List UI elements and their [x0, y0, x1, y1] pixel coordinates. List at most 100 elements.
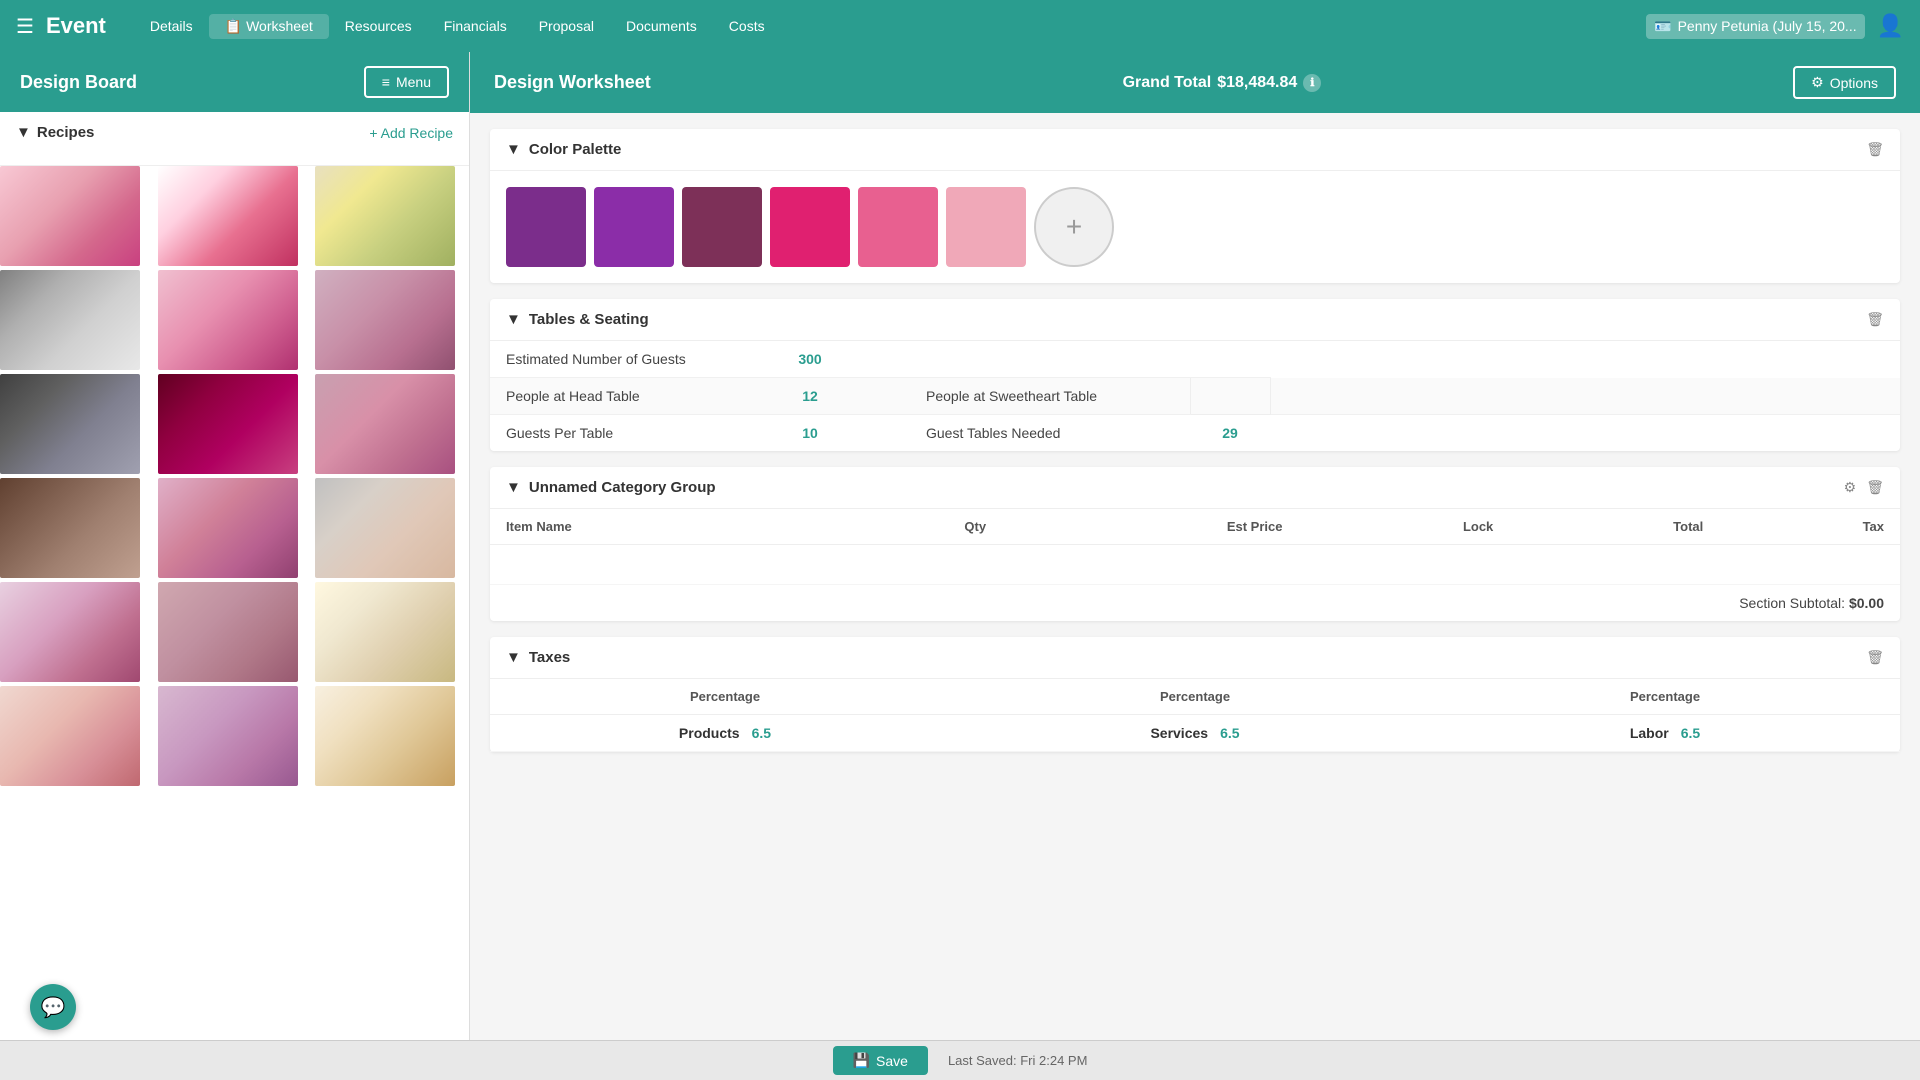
list-item[interactable] — [315, 582, 455, 682]
right-panel-header: Design Worksheet Grand Total $18,484.84 … — [470, 52, 1920, 113]
color-palette-header: ▼ Color Palette 🗑 — [490, 129, 1900, 171]
color-palette-title: ▼ Color Palette — [506, 141, 621, 158]
color-swatch-1[interactable] — [506, 187, 586, 267]
taxes-title: ▼ Taxes — [506, 649, 570, 666]
color-swatch-4[interactable] — [770, 187, 850, 267]
nav-proposal[interactable]: Proposal — [523, 14, 610, 39]
nav-financials[interactable]: Financials — [428, 14, 523, 39]
taxes-header: ▼ Taxes 🗑 — [490, 637, 1900, 679]
table-row — [490, 545, 1900, 585]
nav-worksheet[interactable]: 📋 Worksheet — [209, 14, 329, 39]
add-color-button[interactable]: + — [1034, 187, 1114, 267]
chevron-down-icon: ▼ — [506, 649, 521, 666]
list-item[interactable] — [0, 374, 140, 474]
options-button[interactable]: ⚙ Options — [1793, 66, 1896, 99]
list-item[interactable] — [0, 166, 140, 266]
list-item[interactable] — [158, 582, 298, 682]
recipes-section: ▼ Recipes + Add Recipe — [0, 112, 469, 166]
trash-icon[interactable]: 🗑 — [1866, 141, 1884, 158]
category-actions: ⚙ 🗑 — [1844, 479, 1884, 496]
gear-icon[interactable]: ⚙ — [1844, 479, 1857, 496]
products-label: Products — [679, 725, 740, 741]
color-swatch-3[interactable] — [682, 187, 762, 267]
taxes-table-body: Products 6.5 Services 6.5 — [490, 715, 1900, 752]
category-title: ▼ Unnamed Category Group — [506, 479, 716, 496]
hamburger-icon[interactable]: ☰ — [16, 14, 34, 39]
trash-icon[interactable]: 🗑 — [1866, 311, 1884, 328]
list-item[interactable] — [0, 582, 140, 682]
list-item[interactable] — [158, 270, 298, 370]
table-row: Guests Per Table 10 Guest Tables Needed … — [490, 415, 1900, 452]
tax-products-cell: Products 6.5 — [490, 715, 960, 752]
list-item[interactable] — [315, 686, 455, 786]
col-tax: Tax — [1719, 509, 1900, 545]
chevron-down-icon: ▼ — [506, 311, 521, 328]
col-item-name: Item Name — [490, 509, 821, 545]
labor-label: Labor — [1630, 725, 1669, 741]
account-icon[interactable]: 👤 — [1877, 13, 1904, 39]
nav-resources[interactable]: Resources — [329, 14, 428, 39]
category-table: Item Name Qty Est Price Lock Total Tax — [490, 509, 1900, 585]
tables-seating-section: ▼ Tables & Seating 🗑 Estimated Number of… — [490, 299, 1900, 451]
list-item[interactable] — [315, 478, 455, 578]
estimated-guests-value[interactable]: 300 — [770, 341, 850, 378]
products-value[interactable]: 6.5 — [752, 725, 771, 741]
recipes-title: ▼ Recipes — [16, 124, 94, 141]
empty-row — [490, 545, 1900, 585]
nav-costs[interactable]: Costs — [713, 14, 781, 39]
chat-bubble[interactable]: 💬 — [30, 984, 76, 1030]
list-item[interactable] — [0, 270, 140, 370]
list-item[interactable] — [0, 686, 140, 786]
list-item[interactable] — [315, 166, 455, 266]
col-total: Total — [1509, 509, 1719, 545]
empty-cell-5 — [1270, 415, 1900, 452]
list-item[interactable] — [158, 374, 298, 474]
nav-details[interactable]: Details — [134, 14, 209, 39]
guest-tables-needed-value[interactable]: 29 — [1190, 415, 1270, 452]
color-swatch-5[interactable] — [858, 187, 938, 267]
right-panel: Design Worksheet Grand Total $18,484.84 … — [470, 52, 1920, 1040]
tax-col-percentage-2: Percentage — [960, 679, 1430, 715]
trash-icon[interactable]: 🗑 — [1866, 479, 1884, 496]
guest-tables-needed-label: Guest Tables Needed — [910, 415, 1190, 452]
list-item[interactable] — [315, 374, 455, 474]
empty-cell-4 — [1270, 378, 1900, 415]
left-panel: Design Board ≡ Menu ▼ Recipes + Add Reci… — [0, 52, 470, 1040]
last-saved: Last Saved: Fri 2:24 PM — [948, 1053, 1087, 1068]
head-table-value[interactable]: 12 — [770, 378, 850, 415]
services-value[interactable]: 6.5 — [1220, 725, 1239, 741]
color-palette-row: + — [490, 171, 1900, 283]
guests-per-table-value[interactable]: 10 — [770, 415, 850, 452]
col-lock: Lock — [1298, 509, 1509, 545]
color-swatch-6[interactable] — [946, 187, 1026, 267]
bottom-bar: 💾 Save Last Saved: Fri 2:24 PM — [0, 1040, 1920, 1080]
trash-icon[interactable]: 🗑 — [1866, 649, 1884, 666]
menu-button[interactable]: ≡ Menu — [364, 66, 449, 98]
info-icon[interactable]: ℹ — [1303, 74, 1321, 92]
save-button[interactable]: 💾 Save — [833, 1046, 928, 1075]
list-item[interactable] — [315, 270, 455, 370]
tables-seating-title: ▼ Tables & Seating — [506, 311, 649, 328]
list-item[interactable] — [158, 166, 298, 266]
list-item[interactable] — [158, 478, 298, 578]
empty-spacer — [850, 378, 910, 415]
list-item[interactable] — [0, 478, 140, 578]
worksheet-title: Design Worksheet — [494, 72, 651, 93]
guests-per-table-label: Guests Per Table — [490, 415, 770, 452]
col-est-price: Est Price — [1002, 509, 1298, 545]
sweetheart-table-label: People at Sweetheart Table — [910, 378, 1190, 415]
taxes-actions: 🗑 — [1866, 649, 1884, 666]
add-recipe-button[interactable]: + Add Recipe — [369, 125, 453, 141]
user-profile[interactable]: 🪪 Penny Petunia (July 15, 20... — [1646, 14, 1864, 39]
labor-value[interactable]: 6.5 — [1681, 725, 1700, 741]
list-item[interactable] — [158, 686, 298, 786]
color-swatch-2[interactable] — [594, 187, 674, 267]
empty-cell — [850, 341, 910, 378]
services-label: Services — [1150, 725, 1208, 741]
main-layout: Design Board ≡ Menu ▼ Recipes + Add Reci… — [0, 52, 1920, 1040]
save-icon: 💾 — [853, 1052, 870, 1069]
nav-documents[interactable]: Documents — [610, 14, 713, 39]
sweetheart-table-value[interactable] — [1190, 378, 1270, 415]
recipes-header: ▼ Recipes + Add Recipe — [16, 124, 453, 141]
category-header: ▼ Unnamed Category Group ⚙ 🗑 — [490, 467, 1900, 509]
